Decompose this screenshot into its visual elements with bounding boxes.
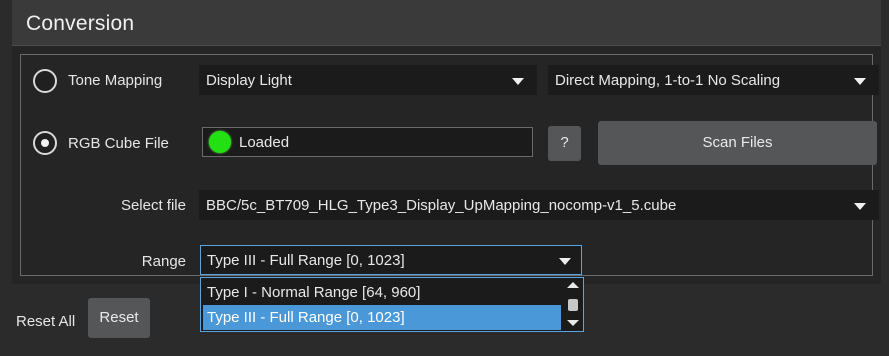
rgb-cube-file-radio[interactable] [33,131,57,155]
range-value: Type III - Full Range [0, 1023] [207,252,405,269]
chevron-down-icon [854,78,866,85]
status-led-icon [209,131,231,153]
section-title: Conversion [26,12,135,35]
scroll-thumb[interactable] [568,299,578,311]
cube-status-value: Loaded [239,134,290,151]
chevron-down-icon [559,258,571,265]
select-file-value: BBC/5c_BT709_HLG_Type3_Display_UpMapping… [206,197,677,214]
range-dropdown[interactable]: Type III - Full Range [0, 1023] [200,245,582,275]
tone-mapping-method-dropdown[interactable]: Direct Mapping, 1-to-1 No Scaling [548,65,879,95]
reset-all-label: Reset All [16,313,76,330]
tone-mapping-mode-dropdown[interactable]: Display Light [199,65,537,95]
tone-mapping-label: Tone Mapping [68,72,163,89]
select-file-label: Select file [120,197,186,214]
tone-mapping-method-value: Direct Mapping, 1-to-1 No Scaling [555,72,781,89]
range-option-selected[interactable]: Type III - Full Range [0, 1023] [203,305,561,330]
radio-selected-dot [41,139,49,147]
range-options-list[interactable]: Type I - Normal Range [64, 960] Type III… [200,277,584,332]
tone-mapping-radio[interactable] [33,69,57,93]
list-scrollbar[interactable] [565,280,581,329]
scroll-down-icon[interactable] [567,320,579,326]
help-button[interactable]: ? [548,126,581,161]
chevron-down-icon [854,203,866,210]
scan-files-button[interactable]: Scan Files [598,121,877,165]
reset-button[interactable]: Reset [88,298,150,338]
range-label: Range [141,253,186,270]
tone-mapping-mode-value: Display Light [206,72,292,89]
range-option[interactable]: Type I - Normal Range [64, 960] [203,280,561,305]
rgb-cube-file-label: RGB Cube File [68,135,169,152]
cube-status-field: Loaded [202,127,533,157]
scroll-up-icon[interactable] [567,282,579,288]
section-header: Conversion [12,0,881,46]
select-file-dropdown[interactable]: BBC/5c_BT709_HLG_Type3_Display_UpMapping… [199,190,879,220]
chevron-down-icon [512,78,524,85]
